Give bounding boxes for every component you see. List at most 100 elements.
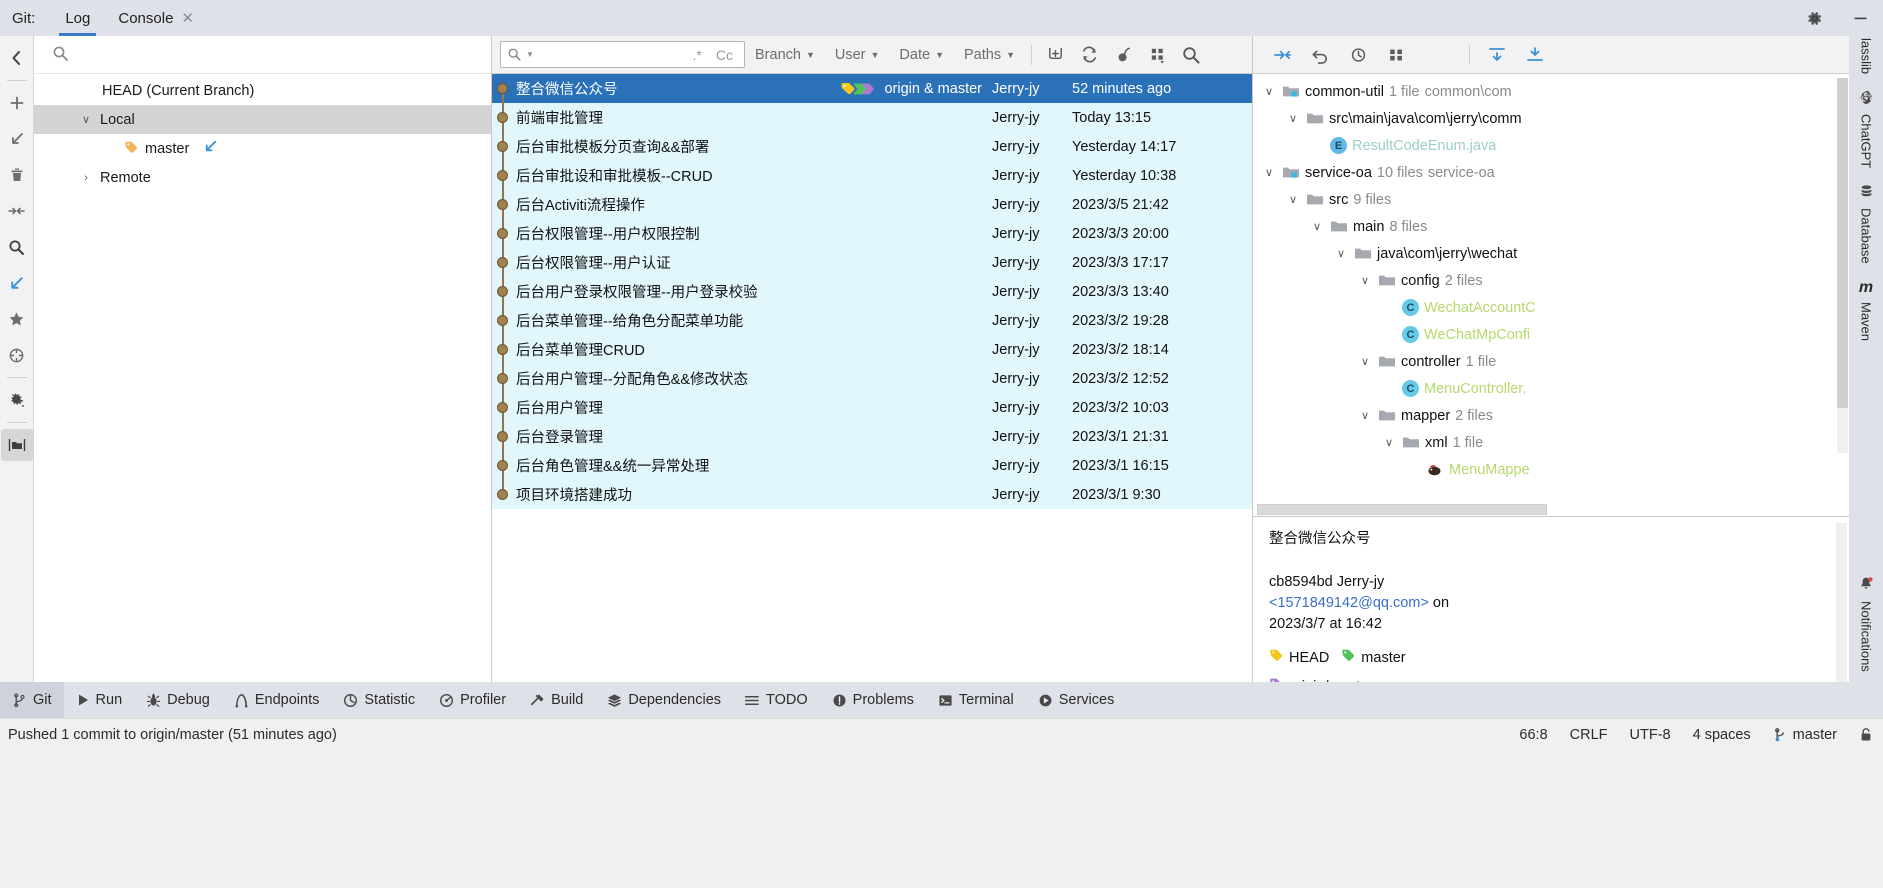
ref-head[interactable]: HEAD (1269, 648, 1329, 669)
add-icon[interactable] (1, 87, 33, 119)
ref-master[interactable]: master (1341, 648, 1406, 669)
target-icon[interactable] (1, 339, 33, 371)
commit-row[interactable]: 项目环境搭建成功 Jerry-jy 2023/3/1 9:30 (492, 480, 1252, 509)
commit-row[interactable]: 后台角色管理&&统一异常处理 Jerry-jy 2023/3/1 16:15 (492, 451, 1252, 480)
strip-item-database[interactable]: Database (1859, 176, 1874, 272)
chevron-right-icon[interactable]: › (78, 172, 94, 184)
file-tree-folder-row[interactable]: ∨ xml 1 file (1253, 429, 1849, 456)
find-icon[interactable] (1174, 41, 1208, 69)
chevron-down-icon[interactable]: ∨ (1357, 409, 1373, 422)
file-tree-folder-row[interactable]: ∨ java\com\jerry\wechat (1253, 240, 1849, 267)
close-icon[interactable]: ✕ (181, 11, 194, 26)
tool-window-todo[interactable]: TODO (733, 682, 820, 718)
file-tree-file-row[interactable]: C WechatAccountC (1253, 294, 1849, 321)
cherry-pick-icon[interactable] (1106, 41, 1140, 69)
file-tree-folder-row[interactable]: ∨ src\main\java\com\jerry\comm (1253, 105, 1849, 132)
strip-item-classlib[interactable]: lasslib (1859, 36, 1874, 82)
history-icon[interactable] (1341, 41, 1375, 69)
commit-row[interactable]: 后台Activiti流程操作 Jerry-jy 2023/3/5 21:42 (492, 190, 1252, 219)
tool-window-debug[interactable]: Debug (134, 682, 222, 718)
branch-row-master[interactable]: master (34, 134, 491, 163)
refresh-icon[interactable] (1072, 41, 1106, 69)
grid-icon[interactable] (1379, 41, 1413, 69)
caret-position[interactable]: 66:8 (1519, 727, 1547, 743)
highlight-icon[interactable] (1, 267, 33, 299)
strip-item-chatgpt[interactable]: ChatGPT (1859, 82, 1874, 176)
file-tree-folder-row[interactable]: ∨ service-oa 10 files service-oa (1253, 159, 1849, 186)
file-tree-folder-row[interactable]: ∨ common-util 1 file common\com (1253, 78, 1849, 105)
commit-row[interactable]: 后台菜单管理CRUD Jerry-jy 2023/3/2 18:14 (492, 335, 1252, 364)
match-case-toggle[interactable]: Cc (711, 47, 738, 63)
show-folders-icon[interactable] (0, 429, 33, 461)
tool-window-services[interactable]: Services (1026, 682, 1127, 718)
chevron-down-icon[interactable]: ∨ (1261, 85, 1277, 98)
commit-row[interactable]: 后台权限管理--用户认证 Jerry-jy 2023/3/3 17:17 (492, 248, 1252, 277)
minimize-icon[interactable] (1837, 0, 1883, 36)
expand-icon[interactable] (1480, 41, 1514, 69)
file-tree-file-row[interactable]: MenuMappe (1253, 456, 1849, 483)
collapse-back-icon[interactable] (1, 42, 33, 74)
tool-window-endpoints[interactable]: Endpoints (222, 682, 332, 718)
strip-item-maven[interactable]: m Maven (1859, 272, 1874, 349)
commit-row[interactable]: 后台用户管理 Jerry-jy 2023/3/2 10:03 (492, 393, 1252, 422)
group-by-icon[interactable] (1140, 41, 1174, 69)
chevron-down-icon[interactable]: ∨ (1285, 112, 1301, 125)
commit-row[interactable]: 前端审批管理 Jerry-jy Today 13:15 (492, 103, 1252, 132)
tool-window-profiler[interactable]: Profiler (427, 682, 518, 718)
filetree-horizontal-scrollbar[interactable] (1257, 504, 1547, 515)
regex-toggle[interactable]: .* (688, 47, 707, 63)
chevron-down-icon[interactable]: ∨ (1357, 355, 1373, 368)
favorite-star-icon[interactable] (1, 303, 33, 335)
commit-row[interactable]: 后台用户登录权限管理--用户登录校验 Jerry-jy 2023/3/3 13:40 (492, 277, 1252, 306)
branch-widget[interactable]: master (1773, 727, 1837, 743)
file-encoding[interactable]: UTF-8 (1630, 727, 1671, 743)
chevron-down-icon[interactable]: ∨ (1357, 274, 1373, 287)
lock-icon[interactable] (1859, 727, 1873, 743)
file-tree-file-row[interactable]: C WeChatMpConfi (1253, 321, 1849, 348)
commit-row[interactable]: 整合微信公众号 origin & master Jerry-jy 52 minutes… (492, 74, 1252, 103)
collapse-icon[interactable] (1518, 41, 1552, 69)
file-tree-folder-row[interactable]: ∨ src 9 files (1253, 186, 1849, 213)
go-to-hash-icon[interactable] (1265, 41, 1299, 69)
file-tree-file-row[interactable]: C MenuController. (1253, 375, 1849, 402)
chevron-down-icon[interactable]: ∨ (1333, 247, 1349, 260)
branch-group-remote[interactable]: › Remote (34, 163, 491, 192)
branch-filter-row[interactable] (34, 36, 491, 74)
chevron-down-icon[interactable]: ∨ (1309, 220, 1325, 233)
chevron-down-icon[interactable]: ∨ (1261, 166, 1277, 179)
commit-email[interactable]: <1571849142@qq.com> (1269, 595, 1429, 611)
tab-log[interactable]: Log (51, 0, 104, 36)
filter-user[interactable]: User ▼ (825, 41, 890, 68)
commit-row[interactable]: 后台用户管理--分配角色&&修改状态 Jerry-jy 2023/3/2 12:52 (492, 364, 1252, 393)
filter-date[interactable]: Date ▼ (889, 41, 954, 68)
commit-row[interactable]: 后台登录管理 Jerry-jy 2023/3/1 21:31 (492, 422, 1252, 451)
commit-row[interactable]: 后台审批设和审批模板--CRUD Jerry-jy Yesterday 10:38 (492, 161, 1252, 190)
search-icon[interactable] (1, 231, 33, 263)
commit-row[interactable]: 后台菜单管理--给角色分配菜单功能 Jerry-jy 2023/3/2 19:28 (492, 306, 1252, 335)
tool-window-dependencies[interactable]: Dependencies (595, 682, 733, 718)
tool-window-git[interactable]: Git (0, 682, 64, 718)
chevron-down-icon[interactable]: ∨ (78, 113, 94, 126)
checkout-icon[interactable] (1, 123, 33, 155)
line-separator[interactable]: CRLF (1570, 727, 1608, 743)
indent-setting[interactable]: 4 spaces (1693, 727, 1751, 743)
commit-row[interactable]: 后台权限管理--用户权限控制 Jerry-jy 2023/3/3 20:00 (492, 219, 1252, 248)
chevron-down-icon[interactable]: ∨ (1285, 193, 1301, 206)
tab-console[interactable]: Console ✕ (104, 0, 208, 36)
branch-group-local[interactable]: ∨ Local (34, 105, 491, 134)
filter-branch[interactable]: Branch ▼ (745, 41, 825, 68)
settings-gear-icon[interactable] (1, 384, 33, 416)
tool-window-problems[interactable]: Problems (820, 682, 926, 718)
undo-icon[interactable] (1303, 41, 1337, 69)
file-tree-file-row[interactable]: E ResultCodeEnum.java (1253, 132, 1849, 159)
search-input[interactable]: ▼ .* Cc (500, 41, 745, 68)
filetree-vertical-scrollbar[interactable] (1837, 78, 1848, 453)
commit-row[interactable]: 后台审批模板分页查询&&部署 Jerry-jy Yesterday 14:17 (492, 132, 1252, 161)
tool-window-run[interactable]: Run (64, 682, 135, 718)
tool-window-terminal[interactable]: Terminal (926, 682, 1026, 718)
file-tree-folder-row[interactable]: ∨ controller 1 file (1253, 348, 1849, 375)
tool-window-statistic[interactable]: Statistic (331, 682, 427, 718)
filter-paths[interactable]: Paths ▼ (954, 41, 1025, 68)
new-branch-icon[interactable] (1038, 41, 1072, 69)
file-tree-folder-row[interactable]: ∨ mapper 2 files (1253, 402, 1849, 429)
